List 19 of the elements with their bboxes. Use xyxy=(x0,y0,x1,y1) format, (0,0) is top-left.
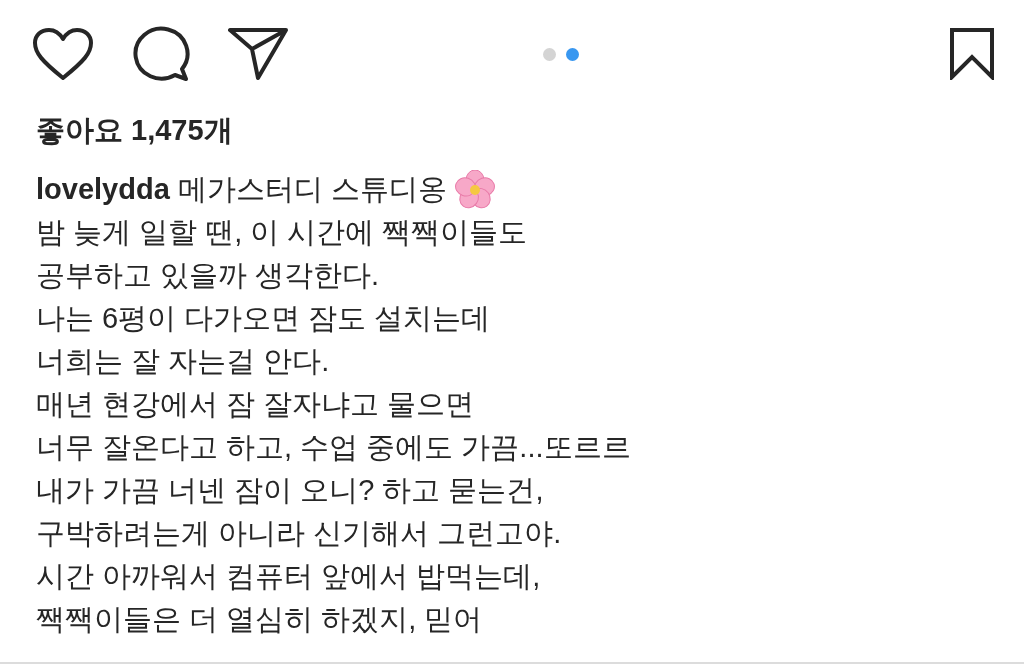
caption-line: 내가 가끔 너넨 잠이 오니? 하고 묻는건, xyxy=(36,473,545,508)
send-icon[interactable] xyxy=(228,27,288,81)
caption-line: 너무 잘온다고 하고, 수업 중에도 가끔...또르르 xyxy=(36,430,632,465)
caption-line: 나는 6평이 다가오면 잠도 설치는데 xyxy=(36,301,492,336)
caption-line: 짹짹이들은 더 열심히 하겠지, 믿어 xyxy=(36,602,484,637)
comment-icon[interactable] xyxy=(132,26,190,82)
flower-icon xyxy=(454,169,495,210)
carousel-dot[interactable] xyxy=(566,47,579,61)
caption-line: lovelydda 메가스터디 스튜디옹 xyxy=(36,172,447,207)
caption-line: 공부하고 있을까 생각한다. xyxy=(36,258,381,293)
caption-line: 구박하려는게 아니라 신기해서 그런고야. xyxy=(36,516,563,551)
caption-line: 밤 늦게 일할 땐, 이 시간에 짹짹이들도 xyxy=(36,215,529,250)
carousel-dot[interactable] xyxy=(543,47,556,61)
caption-line: 시간 아까워서 컴퓨터 앞에서 밥먹는데, xyxy=(36,559,542,594)
likes-count[interactable]: 좋아요 1,475개 xyxy=(36,110,1024,150)
caption-line: 너희는 잘 자는걸 안다. xyxy=(36,344,331,379)
bookmark-icon[interactable] xyxy=(950,28,994,80)
caption-line: 매년 현강에서 잠 잘자냐고 물으면 xyxy=(36,387,476,422)
heart-icon[interactable] xyxy=(32,27,94,81)
